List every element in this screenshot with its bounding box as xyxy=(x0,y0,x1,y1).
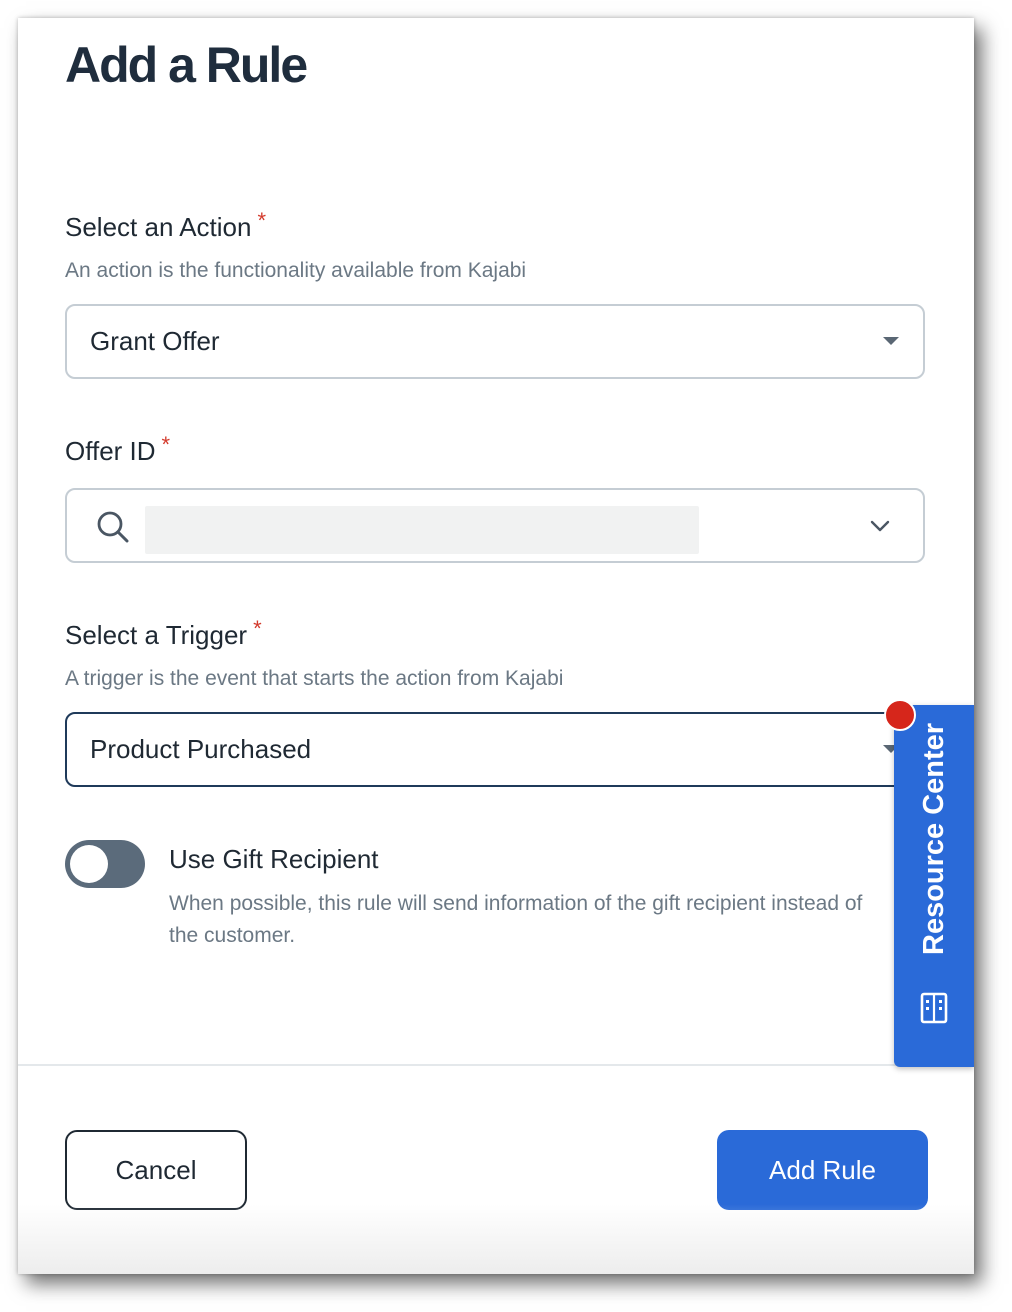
action-label: Select an Action * xyxy=(65,208,266,243)
action-label-text: Select an Action xyxy=(65,212,252,242)
add-rule-button[interactable]: Add Rule xyxy=(717,1130,928,1210)
building-icon xyxy=(920,992,948,1024)
gift-recipient-title: Use Gift Recipient xyxy=(169,844,379,874)
offer-label-text: Offer ID xyxy=(65,436,156,466)
add-rule-modal: Add a Rule Select an Action * An action i… xyxy=(18,18,974,1274)
search-icon xyxy=(97,511,129,543)
footer-divider xyxy=(18,1064,974,1066)
action-selected-value: Grant Offer xyxy=(90,326,220,356)
required-mark: * xyxy=(257,208,267,233)
action-help-text: An action is the functionality available… xyxy=(65,259,527,282)
trigger-label-text: Select a Trigger xyxy=(65,620,248,650)
bottom-fade xyxy=(18,1204,974,1274)
required-mark: * xyxy=(253,616,262,641)
gift-recipient-description: When possible, this rule will send infor… xyxy=(169,892,863,947)
notification-badge xyxy=(884,699,916,731)
offer-search-input[interactable] xyxy=(145,506,699,554)
offer-label: Offer ID * xyxy=(65,432,170,467)
gift-recipient-toggle[interactable] xyxy=(65,840,145,888)
offer-search-select[interactable] xyxy=(65,488,925,563)
required-mark: * xyxy=(161,432,171,457)
action-select[interactable]: Grant Offer xyxy=(65,304,925,379)
cancel-button[interactable]: Cancel xyxy=(65,1130,247,1210)
page-title: Add a Rule xyxy=(65,37,308,93)
trigger-help-text: A trigger is the event that starts the a… xyxy=(65,667,564,690)
trigger-label: Select a Trigger * xyxy=(65,616,262,651)
trigger-selected-value: Product Purchased xyxy=(90,734,312,764)
resource-center-label: Resource Center xyxy=(918,722,950,955)
chevron-down-icon xyxy=(870,520,890,532)
resource-center-tab[interactable]: Resource Center xyxy=(894,705,974,1067)
toggle-knob xyxy=(70,845,108,883)
trigger-select[interactable]: Product Purchased xyxy=(65,712,925,787)
caret-down-icon xyxy=(883,337,899,345)
